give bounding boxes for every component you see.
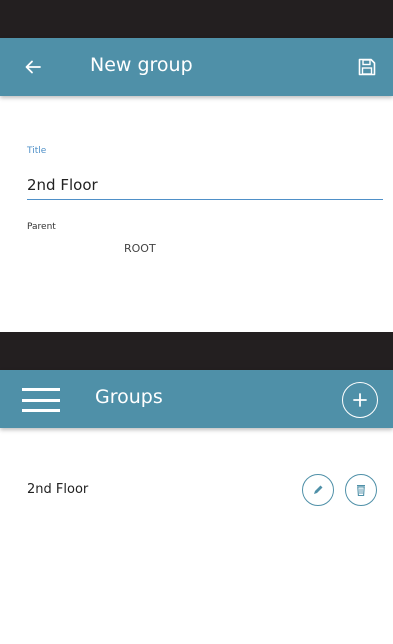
arrow-left-icon: [25, 60, 41, 74]
pencil-icon: [314, 485, 323, 494]
page-title: New group: [90, 54, 193, 76]
hamburger-menu-icon-line: [22, 398, 60, 402]
back-button[interactable]: [18, 53, 48, 81]
status-bar: [0, 332, 393, 370]
add-group-button[interactable]: [342, 382, 378, 418]
hamburger-menu-icon: [22, 388, 60, 391]
save-button[interactable]: [352, 53, 382, 81]
floppy-disk-icon: [358, 58, 376, 76]
title-field-label: Title: [27, 146, 47, 156]
new-group-screen: New group Title Parent ROOT: [0, 0, 393, 300]
list-item[interactable]: 2nd Floor: [0, 462, 393, 522]
app-bar: Groups: [0, 370, 393, 428]
parent-field-label: Parent: [27, 222, 56, 232]
group-name: 2nd Floor: [27, 482, 89, 497]
groups-screen: Groups 2nd Floor: [0, 332, 393, 644]
delete-group-button[interactable]: [345, 474, 377, 506]
status-bar: [0, 0, 393, 38]
plus-icon: [353, 393, 367, 407]
hamburger-menu-button[interactable]: [20, 384, 62, 416]
hamburger-menu-icon-line: [22, 409, 60, 412]
app-bar: New group: [0, 38, 393, 96]
title-field[interactable]: [27, 170, 383, 200]
edit-group-button[interactable]: [302, 474, 334, 506]
parent-select[interactable]: ROOT: [124, 242, 156, 255]
trash-icon: [357, 485, 365, 497]
page-title: Groups: [95, 386, 163, 408]
